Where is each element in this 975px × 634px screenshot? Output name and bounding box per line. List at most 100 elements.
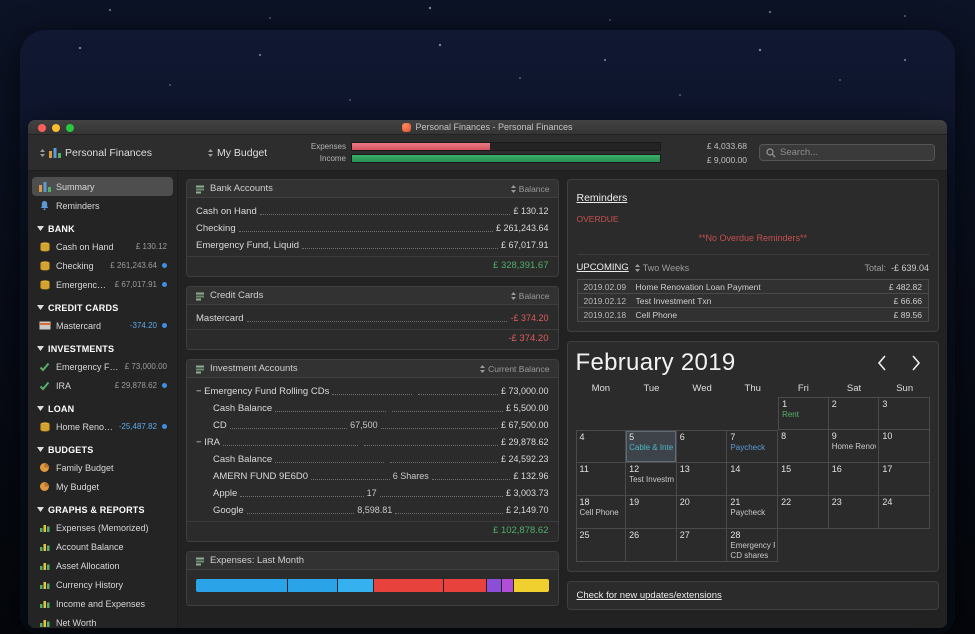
- calendar-day-cell[interactable]: 25: [576, 529, 627, 562]
- reminders-header[interactable]: Reminders: [577, 192, 628, 204]
- calendar-day-cell[interactable]: 4: [576, 430, 627, 463]
- sidebar-item-income-and-expenses[interactable]: Income and Expenses: [32, 594, 173, 613]
- upcoming-header[interactable]: UPCOMING: [577, 262, 629, 273]
- sidebar-item-asset-allocation[interactable]: Asset Allocation: [32, 556, 173, 575]
- account-row[interactable]: Apple17£ 3,003.73: [187, 484, 558, 501]
- sidebar-section-budgets[interactable]: BUDGETS: [32, 441, 173, 458]
- day-number: 12: [629, 464, 674, 475]
- dot-leader: [381, 428, 498, 429]
- sidebar-item-family-budget[interactable]: Family Budget: [32, 458, 173, 477]
- account-row[interactable]: CD67,500£ 67,500.00: [187, 416, 558, 433]
- account-row[interactable]: Cash Balance£ 5,500.00: [187, 399, 558, 416]
- calendar-day-cell[interactable]: 19: [626, 496, 677, 529]
- calendar-day-cell[interactable]: 21Paycheck: [727, 496, 778, 529]
- calendar-day-cell[interactable]: 22: [778, 496, 829, 529]
- sidebar-section-loan[interactable]: LOAN: [32, 400, 173, 417]
- calendar-day-cell[interactable]: 2: [829, 397, 880, 430]
- account-row[interactable]: Checking£ 261,243.64: [187, 219, 558, 236]
- dot-leader: [311, 479, 390, 480]
- calendar-day-cell[interactable]: 28Emergency FCD shares: [727, 529, 778, 562]
- unread-badge: [162, 282, 167, 287]
- calendar-day-cell[interactable]: 6: [677, 430, 728, 463]
- calendar-day-cell[interactable]: 20: [677, 496, 728, 529]
- day-number: 10: [882, 431, 927, 442]
- calendar-day-cell[interactable]: 26: [626, 529, 677, 562]
- section-title: LOAN: [48, 404, 74, 414]
- calendar-day-cell[interactable]: 27: [677, 529, 728, 562]
- account-row[interactable]: Emergency Fund, Liquid£ 67,017.91: [187, 236, 558, 253]
- account-row[interactable]: − IRA£ 29,878.62: [187, 433, 558, 450]
- next-month-button[interactable]: [911, 354, 922, 372]
- search-input[interactable]: [780, 147, 928, 158]
- dot-leader: [260, 214, 511, 215]
- minimize-button[interactable]: [52, 124, 60, 132]
- calendar-day-cell[interactable]: 18Cell Phone: [576, 496, 627, 529]
- loan-icon: [38, 422, 51, 432]
- day-number: 25: [580, 530, 624, 541]
- sidebar-item-reminders[interactable]: Reminders: [32, 196, 173, 215]
- calendar-day-cell[interactable]: 24: [879, 496, 930, 529]
- calendar-day-cell[interactable]: 7Paycheck: [727, 430, 778, 463]
- search-field[interactable]: [759, 144, 935, 161]
- calendar-day-cell[interactable]: 14: [727, 463, 778, 496]
- sidebar-section-graphs-reports[interactable]: GRAPHS & REPORTS: [32, 501, 173, 518]
- sidebar-item-ira[interactable]: IRA £ 29,878.62: [32, 376, 173, 395]
- sidebar-section-investments[interactable]: INVESTMENTS: [32, 340, 173, 357]
- weekday-label: Sun: [879, 383, 930, 394]
- account-row[interactable]: Mastercard-£ 374.20: [187, 309, 558, 326]
- reminder-row[interactable]: 2019.02.18 Cell Phone £ 89.56: [577, 307, 930, 322]
- calendar-day-cell[interactable]: 8: [778, 430, 829, 463]
- sidebar-item-emergency-fund-investment[interactable]: Emergency Fun... £ 73,000.00: [32, 357, 173, 376]
- document-switcher[interactable]: Personal Finances: [40, 147, 208, 159]
- reminder-row[interactable]: 2019.02.09 Home Renovation Loan Payment …: [577, 279, 930, 294]
- calendar-day-cell-selected[interactable]: 5Cable & Inte: [626, 430, 677, 463]
- reminder-row[interactable]: 2019.02.12 Test Investment Txn £ 66.66: [577, 293, 930, 308]
- sidebar-item-checking[interactable]: Checking £ 261,243.64: [32, 256, 173, 275]
- sidebar-item-emergency-fund[interactable]: Emergency Fun... £ 67,017.91: [32, 275, 173, 294]
- calendar-day-cell[interactable]: 9Home Renov: [829, 430, 880, 463]
- sidebar-section-bank[interactable]: BANK: [32, 220, 173, 237]
- calendar-day-cell[interactable]: 12Test Investm: [626, 463, 677, 496]
- calendar-day-cell[interactable]: 1Rent: [778, 397, 829, 430]
- sidebar-item-home-renovation[interactable]: Home Renovati... -25,487.82: [32, 417, 173, 436]
- sort-by-balance-button[interactable]: Balance: [511, 291, 550, 301]
- sidebar-item-account-balance[interactable]: Account Balance: [32, 537, 173, 556]
- calendar-day-cell[interactable]: 3: [879, 397, 930, 430]
- dot-leader: [239, 231, 493, 232]
- calendar-day-cell[interactable]: 13: [677, 463, 728, 496]
- total-label: Total:: [864, 263, 886, 273]
- sidebar-section-credit-cards[interactable]: CREDIT CARDS: [32, 299, 173, 316]
- account-row[interactable]: − Emergency Fund Rolling CDs£ 73,000.00: [187, 382, 558, 399]
- range-selector[interactable]: Two Weeks: [635, 263, 689, 273]
- account-balance: £ 67,017.91: [501, 238, 549, 253]
- calendar-day-cell[interactable]: 15: [778, 463, 829, 496]
- budget-selector[interactable]: My Budget: [208, 147, 304, 159]
- zoom-button[interactable]: [66, 124, 74, 132]
- sidebar-item-currency-history[interactable]: Currency History: [32, 575, 173, 594]
- sidebar-item-summary[interactable]: Summary: [32, 177, 173, 196]
- sidebar-item-net-worth[interactable]: Net Worth: [32, 613, 173, 628]
- calendar-day-cell[interactable]: 11: [576, 463, 627, 496]
- sort-by-current-balance-button[interactable]: Current Balance: [480, 364, 549, 374]
- panel-header: Expenses: Last Month: [187, 552, 558, 570]
- window-titlebar[interactable]: Personal Finances - Personal Finances: [28, 120, 947, 135]
- panel-icon: [195, 184, 205, 194]
- calendar-day-cell[interactable]: 10: [879, 430, 930, 463]
- calendar-day-cell[interactable]: 16: [829, 463, 880, 496]
- account-row[interactable]: Cash Balance£ 24,592.23: [187, 450, 558, 467]
- close-button[interactable]: [38, 124, 46, 132]
- sidebar-item-cash-on-hand[interactable]: Cash on Hand £ 130.12: [32, 237, 173, 256]
- calendar-day-cell[interactable]: 17: [879, 463, 930, 496]
- calendar-day-cell[interactable]: 23: [829, 496, 880, 529]
- updates-link[interactable]: Check for new updates/extensions: [577, 590, 722, 601]
- sidebar-item-expenses-memorized[interactable]: Expenses (Memorized): [32, 518, 173, 537]
- day-number: 6: [680, 432, 725, 443]
- calendar-event: Test Investm: [629, 475, 674, 485]
- prev-month-button[interactable]: [876, 354, 887, 372]
- sort-by-balance-button[interactable]: Balance: [511, 184, 550, 194]
- sidebar-item-my-budget[interactable]: My Budget: [32, 477, 173, 496]
- sidebar-item-mastercard[interactable]: Mastercard -374.20: [32, 316, 173, 335]
- account-row[interactable]: AMERN FUND 9E6D06 Shares£ 132.96: [187, 467, 558, 484]
- account-row[interactable]: Cash on Hand£ 130.12: [187, 202, 558, 219]
- account-row[interactable]: Google8,598.81£ 2,149.70: [187, 501, 558, 518]
